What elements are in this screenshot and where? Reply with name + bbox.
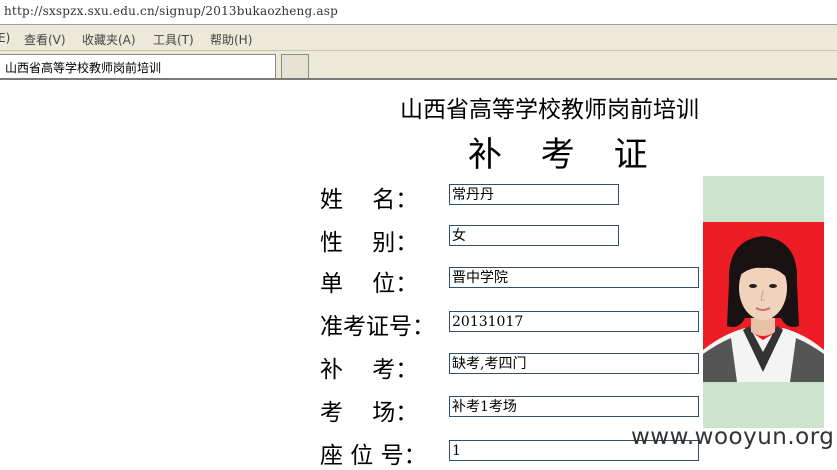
portrait-icon bbox=[703, 236, 824, 382]
tab-bar: 山西省高等学校教师岗前培训 bbox=[0, 51, 837, 80]
menu-item-edit-fragment[interactable]: E) bbox=[0, 31, 10, 45]
label-makeup: 补 考： bbox=[320, 357, 419, 383]
unit-field[interactable]: 晋中学院 bbox=[449, 267, 699, 288]
organization-title: 山西省高等学校教师岗前培训 bbox=[400, 97, 699, 123]
menu-item-favorites[interactable]: 收藏夹(A) bbox=[82, 31, 136, 48]
label-exam-room: 考 场： bbox=[320, 400, 419, 426]
label-exam-number: 准考证号： bbox=[320, 314, 435, 340]
exam-room-field[interactable]: 补考1考场 bbox=[449, 396, 699, 417]
menu-bar: E) 查看(V) 收藏夹(A) 工具(T) 帮助(H) bbox=[0, 25, 837, 51]
label-seat-number: 座 位 号： bbox=[320, 443, 427, 469]
label-gender: 性 别： bbox=[320, 230, 419, 256]
menu-item-tools[interactable]: 工具(T) bbox=[153, 31, 194, 48]
label-name: 姓 名： bbox=[320, 187, 419, 213]
address-bar[interactable]: http://sxspzx.sxu.edu.cn/signup/2013buka… bbox=[0, 0, 837, 25]
page-title: 补 考 证 bbox=[468, 135, 662, 175]
gender-field[interactable]: 女 bbox=[449, 225, 619, 246]
menu-item-help[interactable]: 帮助(H) bbox=[210, 31, 252, 48]
watermark: www.wooyun.org bbox=[631, 424, 835, 450]
tab-title: 山西省高等学校教师岗前培训 bbox=[5, 61, 162, 75]
name-field[interactable]: 常丹丹 bbox=[449, 184, 619, 205]
address-url[interactable]: http://sxspzx.sxu.edu.cn/signup/2013buka… bbox=[4, 4, 338, 18]
label-unit: 单 位： bbox=[320, 271, 419, 297]
makeup-field[interactable]: 缺考,考四门 bbox=[449, 353, 699, 374]
tab-current-page[interactable]: 山西省高等学校教师岗前培训 bbox=[0, 54, 276, 78]
new-tab-button[interactable] bbox=[281, 54, 309, 78]
id-photo bbox=[703, 222, 824, 382]
exam-number-field[interactable]: 20131017 bbox=[449, 311, 699, 332]
menu-item-view[interactable]: 查看(V) bbox=[24, 31, 66, 48]
